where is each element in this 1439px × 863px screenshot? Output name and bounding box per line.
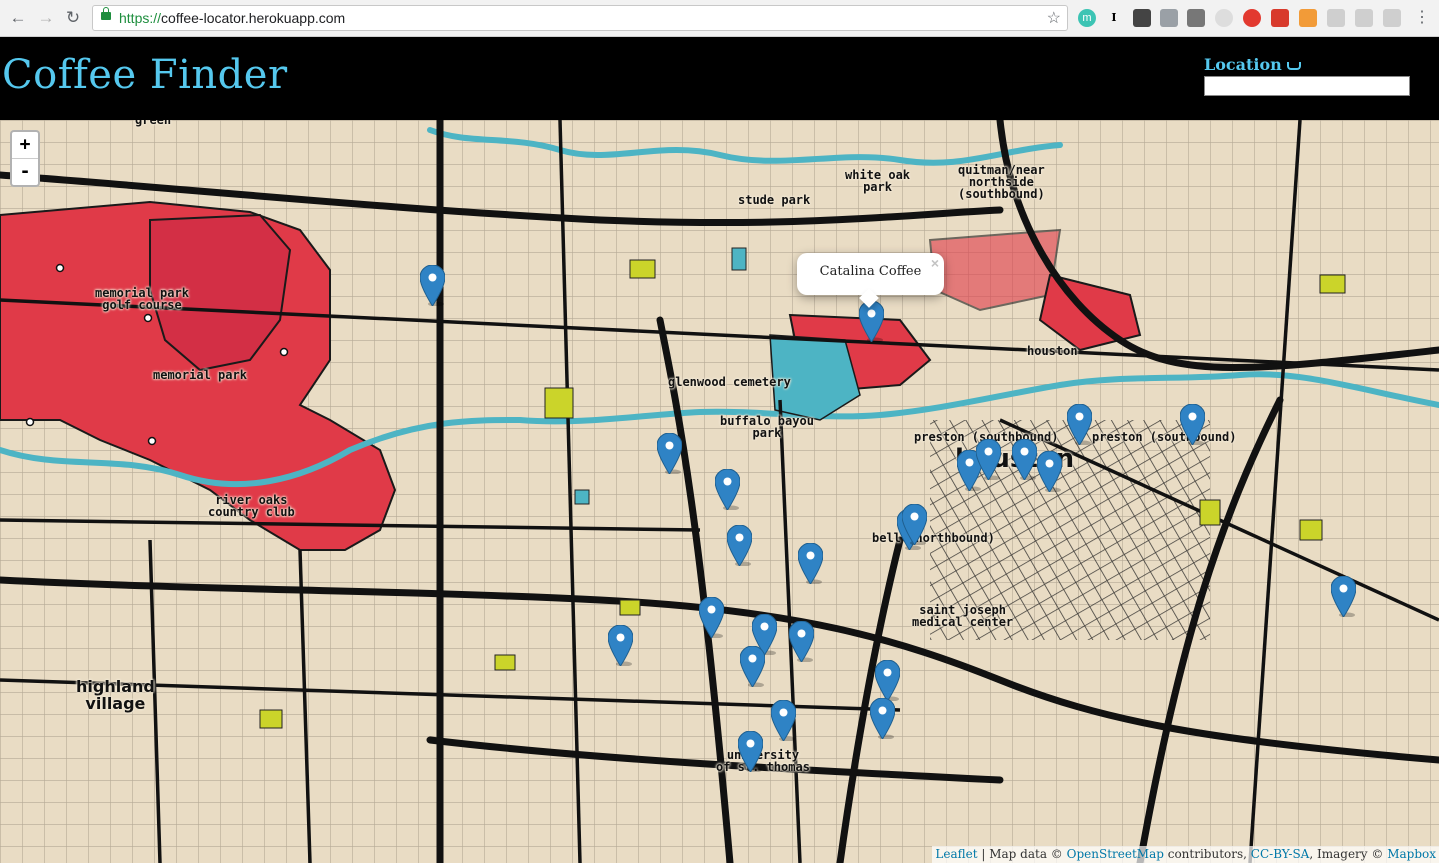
coffee-shop-marker[interactable] <box>901 503 928 546</box>
url-text: https://coffee-locator.herokuapp.com <box>119 10 346 26</box>
app-header: Coffee Finder Location <box>0 37 1439 120</box>
coffee-shop-marker[interactable] <box>975 438 1002 481</box>
osm-link[interactable]: OpenStreetMap <box>1067 847 1164 861</box>
coffee-shop-marker[interactable] <box>869 697 896 740</box>
coffee-shop-marker[interactable] <box>656 432 683 475</box>
menu-kebab-icon[interactable]: ⋮ <box>1412 8 1432 28</box>
map-label-preston-2: preston (southbound) <box>1092 430 1237 444</box>
app-title: Coffee Finder <box>2 52 288 98</box>
map-attribution: Leaflet | Map data © OpenStreetMap contr… <box>932 846 1439 863</box>
map-label-white-oak-park: white oak park <box>845 168 911 194</box>
extension-m-icon[interactable]: m <box>1078 9 1096 27</box>
zoom-out-button[interactable]: - <box>12 158 38 185</box>
coffee-shop-marker[interactable] <box>737 730 764 773</box>
coffee-shop-marker[interactable] <box>858 300 885 343</box>
map-label-buffalo-bayou-park: buffalo bayou park <box>720 414 814 440</box>
coffee-shop-marker[interactable] <box>1066 403 1093 446</box>
bookmark-star-icon[interactable]: ☆ <box>1047 8 1061 28</box>
coffee-shop-marker[interactable] <box>1011 438 1038 481</box>
extension-grid-icon[interactable] <box>1355 9 1373 27</box>
extension-circle-icon[interactable] <box>1215 9 1233 27</box>
forward-arrow-icon[interactable]: → <box>36 8 56 28</box>
mapbox-link[interactable]: Mapbox <box>1387 847 1436 861</box>
zoom-control: + - <box>10 130 40 187</box>
map-label-bell: bell (northbound) <box>872 531 995 545</box>
map-label-memorial-park: memorial park <box>153 368 247 382</box>
extension-rss-icon[interactable] <box>1299 9 1317 27</box>
coffee-shop-marker[interactable] <box>1179 403 1206 446</box>
close-icon[interactable]: × <box>931 255 939 271</box>
extension-gear-icon[interactable] <box>1327 9 1345 27</box>
coffee-shop-marker[interactable] <box>714 468 741 511</box>
coffee-shop-marker[interactable] <box>788 620 815 663</box>
map-label-glenwood-cemetery: glenwood cemetery <box>668 375 791 389</box>
map-label-highland-village: highland village <box>76 677 155 713</box>
coffee-shop-marker[interactable] <box>1036 450 1063 493</box>
coffee-shop-marker[interactable] <box>726 524 753 567</box>
coffee-shop-marker[interactable] <box>874 659 901 702</box>
map-label-river-oaks: river oaks country club <box>208 493 295 519</box>
map-label-saint-joseph: saint joseph medical center <box>912 603 1014 629</box>
license-link[interactable]: CC-BY-SA <box>1251 847 1310 861</box>
coffee-shop-marker[interactable] <box>698 596 725 639</box>
coffee-shop-marker[interactable] <box>739 645 766 688</box>
popup-text: Catalina Coffee <box>819 264 922 279</box>
map-label-stude-park: stude park <box>738 193 811 207</box>
coffee-shop-marker[interactable] <box>1330 575 1357 618</box>
back-arrow-icon[interactable]: ← <box>8 8 28 28</box>
map-label-memorial-park-golf: memorial park golf course <box>95 286 189 312</box>
extension-eyedropper-icon[interactable] <box>1187 9 1205 27</box>
extension-opera-icon[interactable] <box>1243 9 1261 27</box>
reload-icon[interactable]: ↻ <box>63 8 83 28</box>
leaflet-link[interactable]: Leaflet <box>935 847 977 861</box>
map[interactable]: green white oak park stude park quitman/… <box>0 120 1439 863</box>
address-bar[interactable]: https://coffee-locator.herokuapp.com ☆ <box>92 5 1068 31</box>
coffee-shop-marker[interactable] <box>797 542 824 585</box>
extension-i-icon[interactable]: I <box>1105 9 1123 27</box>
extension-dropbox-icon[interactable] <box>1160 9 1178 27</box>
extension-island-icon[interactable] <box>1383 9 1401 27</box>
marker-popup: Catalina Coffee × <box>797 253 944 308</box>
map-label-green: green <box>135 120 172 127</box>
browser-toolbar: ← → ↻ https://coffee-locator.herokuapp.c… <box>0 0 1439 37</box>
coffee-shop-marker[interactable] <box>607 624 634 667</box>
location-label: Location <box>1204 55 1301 74</box>
map-label-houston-station: houston <box>1027 344 1078 358</box>
extension-red-icon[interactable] <box>1271 9 1289 27</box>
coffee-cup-icon <box>1286 62 1301 70</box>
map-label-quitman: quitman/near northside (southbound) <box>958 163 1045 201</box>
zoom-in-button[interactable]: + <box>12 132 38 158</box>
coffee-shop-marker[interactable] <box>419 264 446 307</box>
extension-bag-icon[interactable] <box>1133 9 1151 27</box>
coffee-shop-marker[interactable] <box>770 699 797 742</box>
lock-icon <box>101 7 111 20</box>
location-input[interactable] <box>1204 76 1410 96</box>
